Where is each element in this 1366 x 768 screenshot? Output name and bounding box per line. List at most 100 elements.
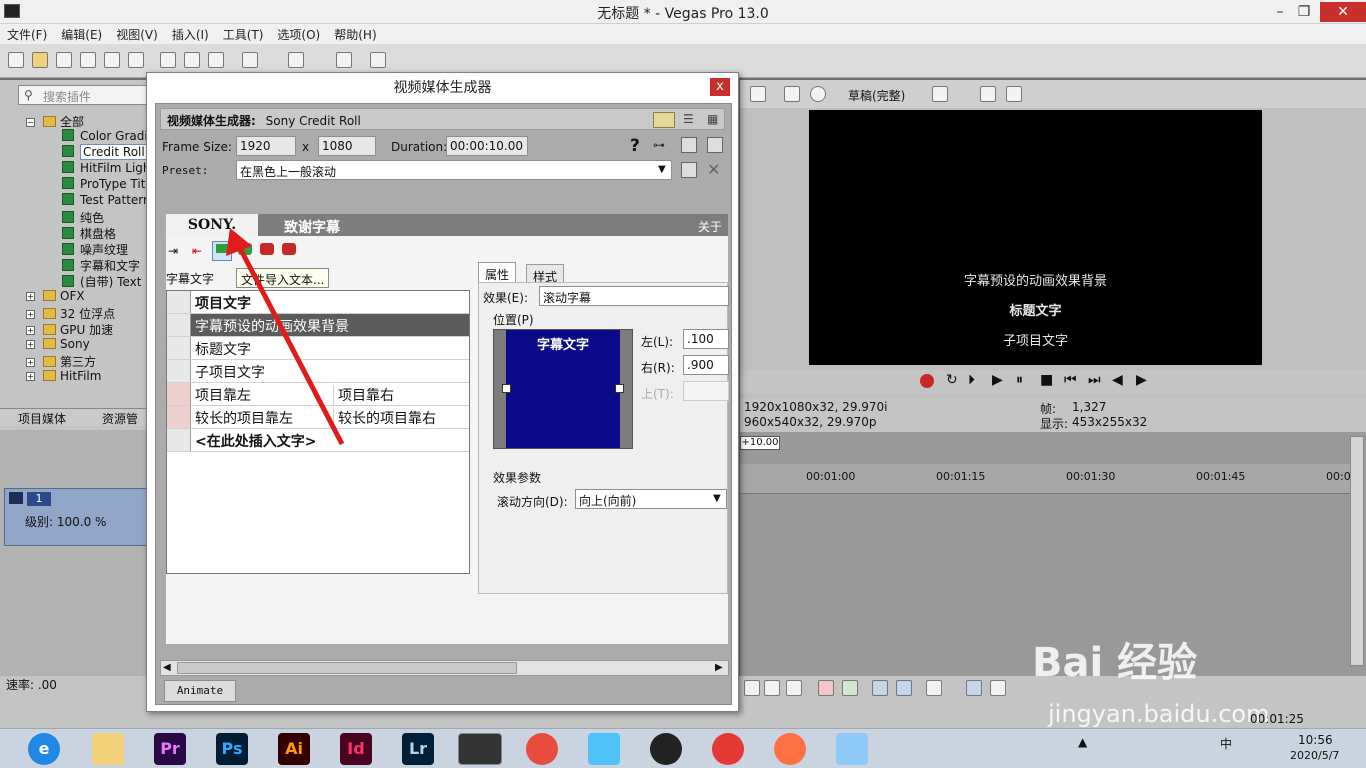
pause-icon[interactable]: ⏸ <box>1016 372 1023 388</box>
left-input[interactable]: .100 <box>683 329 729 349</box>
clock-time[interactable]: 10:56 <box>1298 733 1333 747</box>
close-window-button[interactable]: ✕ <box>1320 2 1366 22</box>
expand-icon[interactable]: + <box>26 358 35 367</box>
tree-item-test-pattern[interactable]: Test Pattern <box>62 193 151 207</box>
copy-snapshot-icon[interactable] <box>980 86 996 102</box>
tree-item-checkerboard[interactable]: 棋盘格 <box>62 225 116 242</box>
restore-button[interactable]: ❐ <box>1286 2 1322 22</box>
play-icon[interactable]: ▶ <box>992 372 1003 388</box>
file-explorer-icon[interactable] <box>92 733 124 765</box>
tab-properties[interactable]: 属性 <box>478 262 517 283</box>
next-frame-icon[interactable]: ▶ <box>1136 372 1147 388</box>
ime-indicator[interactable]: 中 <box>1220 735 1232 752</box>
normal-edit-icon[interactable] <box>872 680 888 696</box>
tree-item-titles-text[interactable]: 字幕和文字 <box>62 257 140 274</box>
tree-folder-sony[interactable]: + Sony <box>26 337 90 351</box>
style-dual-icon[interactable] <box>167 383 191 405</box>
tree-item-noise-texture[interactable]: 噪声纹理 <box>62 241 128 258</box>
tree-folder-third-party[interactable]: + 第三方 <box>26 353 96 370</box>
menu-view[interactable]: 视图(V) <box>109 24 165 43</box>
menu-insert[interactable]: 插入(I) <box>165 24 216 43</box>
properties-icon[interactable] <box>128 52 144 68</box>
whats-this-icon[interactable] <box>370 52 386 68</box>
redo-text-icon[interactable] <box>282 243 296 255</box>
split-screen-icon[interactable] <box>784 86 800 102</box>
horizontal-scrollbar[interactable]: ◀ ▶ <box>160 660 729 676</box>
chat-app-icon[interactable] <box>588 733 620 765</box>
brush-icon[interactable] <box>336 52 352 68</box>
tree-item-solid-color[interactable]: 纯色 <box>62 209 104 226</box>
timeline-marker[interactable]: +10.00 <box>740 436 780 450</box>
menu-tools[interactable]: 工具(T) <box>216 24 271 43</box>
style-dual-long-icon[interactable] <box>167 406 191 428</box>
left-handle[interactable] <box>502 384 511 393</box>
chevron-down-icon[interactable]: ▼ <box>713 493 721 504</box>
style-header-icon[interactable] <box>167 314 191 336</box>
lock-icon[interactable] <box>786 680 802 696</box>
chrome-icon[interactable] <box>712 733 744 765</box>
tree-folder-32bit[interactable]: +32 位浮点 <box>26 305 115 322</box>
right-input[interactable]: .900 <box>683 355 729 375</box>
save-as-icon[interactable] <box>80 52 96 68</box>
illustrator-icon[interactable]: Ai <box>278 733 310 765</box>
undo-text-icon[interactable] <box>260 243 274 255</box>
video-track-header[interactable]: 1 级别: 100.0 % <box>4 488 147 546</box>
preview-quality-icon[interactable] <box>810 86 826 102</box>
grid-row[interactable]: 子项目文字 <box>167 360 469 383</box>
cut-icon[interactable] <box>160 52 176 68</box>
clock-date[interactable]: 2020/5/7 <box>1290 749 1339 762</box>
effect-select[interactable]: 滚动字幕 <box>539 286 729 306</box>
save-preset-icon[interactable] <box>681 162 697 178</box>
indesign-icon[interactable]: Id <box>340 733 372 765</box>
undo-icon[interactable] <box>242 52 258 68</box>
media-app-icon[interactable] <box>526 733 558 765</box>
vegas-taskbar-icon[interactable] <box>458 733 502 765</box>
go-to-start-icon[interactable]: ⏮ <box>1064 372 1077 388</box>
region-icon[interactable] <box>842 680 858 696</box>
help-button[interactable]: ? <box>630 136 640 156</box>
grid-row[interactable]: 标题文字 <box>167 337 469 360</box>
open-folder-icon[interactable] <box>32 52 48 68</box>
tree-folder-ofx[interactable]: + OFX <box>26 289 85 303</box>
loop-icon[interactable]: ↻ <box>946 372 958 388</box>
frame-height-input[interactable]: 1080 <box>318 136 376 156</box>
indent-icon[interactable]: ⇥ <box>168 244 178 258</box>
time-ruler[interactable]: 00:01:00 00:01:15 00:01:30 00:01:45 00:0 <box>740 464 1351 494</box>
copy-icon[interactable] <box>184 52 200 68</box>
tree-folder-hitfilm[interactable]: + HitFilm <box>26 369 101 383</box>
layout-horizontal-icon[interactable] <box>653 112 675 128</box>
redo-icon[interactable] <box>288 52 304 68</box>
stop-icon[interactable]: ■ <box>1040 372 1053 388</box>
style-title-icon[interactable] <box>167 337 191 359</box>
selection-edit-icon[interactable] <box>926 680 942 696</box>
frame-width-input[interactable]: 1920 <box>236 136 296 156</box>
credits-grid[interactable]: 项目文字 字幕预设的动画效果背景 标题文字 子项目文字 项目靠左 项目靠右 较长… <box>166 290 470 574</box>
chevron-down-icon[interactable]: ▼ <box>658 164 666 175</box>
auto-crossfade-icon[interactable] <box>764 680 780 696</box>
outdent-icon[interactable]: ⇤ <box>192 244 202 258</box>
preview-quality-select[interactable]: 草稿(完整) <box>848 87 905 104</box>
style-subitem-icon[interactable] <box>167 360 191 382</box>
tree-item-hitfilm-light[interactable]: HitFilm Ligh <box>62 161 151 175</box>
scroll-direction-select[interactable]: 向上(向前) <box>575 489 727 509</box>
tree-root[interactable]: − 全部 <box>26 113 84 130</box>
expand-icon[interactable]: + <box>26 310 35 319</box>
expand-icon[interactable]: + <box>26 340 35 349</box>
qq-icon[interactable] <box>650 733 682 765</box>
browser-icon[interactable]: e <box>28 733 60 765</box>
tray-arrow-icon[interactable]: ▲ <box>1078 735 1087 749</box>
prev-frame-icon[interactable]: ◀ <box>1112 372 1123 388</box>
menu-edit[interactable]: 编辑(E) <box>54 24 109 43</box>
preview-device-icon[interactable] <box>750 86 766 102</box>
save-icon[interactable] <box>56 52 72 68</box>
scroll-left-icon[interactable]: ◀ <box>163 662 171 673</box>
duration-input[interactable]: 00:00:10.00 <box>446 136 528 156</box>
menu-help[interactable]: 帮助(H) <box>327 24 383 43</box>
tree-item-color-gradient[interactable]: Color Gradie <box>62 129 155 143</box>
compare-icon[interactable]: ⊶ <box>653 138 669 152</box>
scroll-thumb[interactable] <box>177 662 517 674</box>
menu-file[interactable]: 文件(F) <box>0 24 54 43</box>
layout-vertical-icon[interactable]: ☰ <box>683 112 699 128</box>
delete-preset-icon[interactable]: ✕ <box>707 160 720 179</box>
lightroom-icon[interactable]: Lr <box>402 733 434 765</box>
